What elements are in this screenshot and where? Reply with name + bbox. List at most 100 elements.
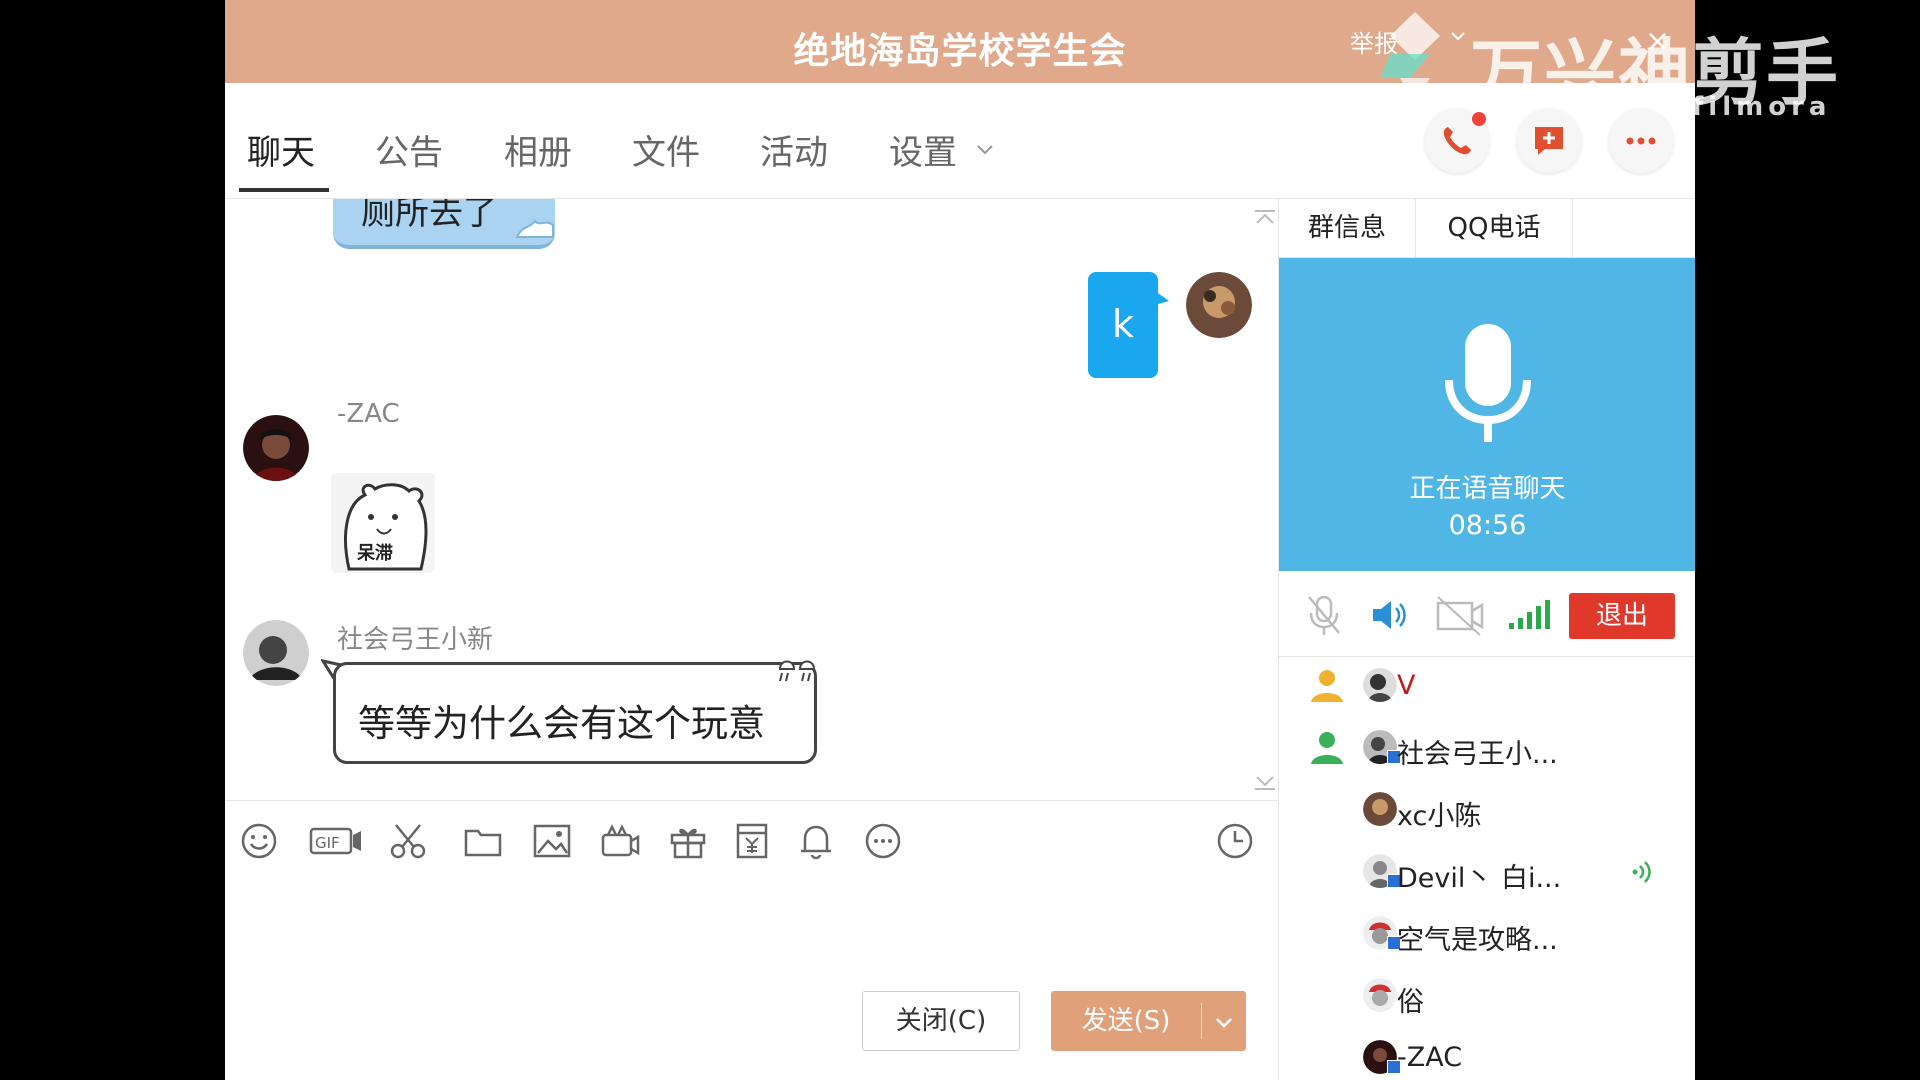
member-item[interactable]: V <box>1279 658 1695 718</box>
member-name: 空气是攻略... <box>1397 925 1558 956</box>
history-button[interactable] <box>1215 821 1255 861</box>
send-button-label: 发送(S) <box>1081 1006 1171 1036</box>
member-avatar <box>1363 792 1397 826</box>
member-item[interactable]: -ZAC <box>1279 1030 1695 1080</box>
right-panel-tabs: 群信息 QQ电话 <box>1279 199 1695 258</box>
my-message-bubble[interactable]: k <box>1088 272 1158 378</box>
bubble-tail <box>1155 291 1169 305</box>
message-text: 厕所去了 <box>361 199 497 233</box>
sender-avatar[interactable] <box>243 620 309 686</box>
window-title: 绝地海岛学校学生会 <box>793 31 1127 72</box>
folder-icon <box>464 829 502 857</box>
camera-icon[interactable] <box>1435 593 1485 637</box>
voice-timer: 08:56 <box>1448 510 1527 541</box>
send-image-button[interactable] <box>532 821 572 861</box>
member-name: -ZAC <box>1397 1042 1463 1073</box>
chevron-down-icon[interactable] <box>1213 1011 1235 1033</box>
tab-files[interactable]: 文件 <box>632 125 700 174</box>
member-avatar <box>1363 668 1397 702</box>
message-bubble[interactable]: 等等为什么会有这个玩意 <box>333 660 817 764</box>
message-text: 等等为什么会有这个玩意 <box>358 702 765 745</box>
call-controls: 退出 <box>1279 571 1695 657</box>
more-icon <box>1626 137 1656 145</box>
active-tab-indicator <box>239 188 329 192</box>
member-name: Devil丶 白i... <box>1397 863 1562 894</box>
svg-text:GIF: GIF <box>315 834 340 852</box>
chevron-down-icon[interactable] <box>975 139 995 159</box>
mute-mic-icon[interactable] <box>1305 593 1343 637</box>
tab-album[interactable]: 相册 <box>504 125 572 174</box>
voice-chat-panel: 正在语音聊天 08:56 <box>1279 258 1695 571</box>
gift-button[interactable] <box>668 821 708 861</box>
tab-divider <box>1572 199 1573 257</box>
video-call-icon <box>601 824 640 857</box>
bubble-decoration-icon <box>778 660 816 682</box>
scroll-up-icon[interactable] <box>1252 209 1278 229</box>
phone-icon <box>1443 127 1471 155</box>
emoji-icon <box>241 823 277 859</box>
gift-icon <box>670 828 706 859</box>
close-button[interactable]: 关闭(C) <box>862 991 1020 1051</box>
avatar-image <box>1186 272 1252 338</box>
video-button[interactable] <box>600 821 640 861</box>
notification-dot <box>1472 112 1486 126</box>
member-item[interactable]: 俗 <box>1279 968 1695 1028</box>
microphone-icon <box>1445 324 1531 442</box>
avatar-image <box>243 620 309 686</box>
message-input[interactable] <box>225 876 1278 986</box>
tab-chat[interactable]: 聊天 <box>247 125 315 174</box>
tab-announcement[interactable]: 公告 <box>375 125 443 174</box>
history-icon <box>1217 823 1253 859</box>
avatar-image <box>243 415 309 481</box>
tab-group-info[interactable]: 群信息 <box>1279 199 1415 257</box>
voice-status: 正在语音聊天 <box>1409 474 1566 504</box>
tab-settings[interactable]: 设置 <box>889 125 957 174</box>
gif-icon: GIF <box>309 827 361 855</box>
bubble-decoration-icon <box>515 219 554 238</box>
watermark-subtext: filmora <box>1692 92 1832 122</box>
add-chat-button[interactable] <box>1517 109 1581 173</box>
more-icon <box>865 823 901 859</box>
qq-group-chat-window: 绝地海岛学校学生会 举报 × 聊天 公告 相册 文件 活动 设置 厕所去了 k … <box>225 0 1695 1080</box>
send-button[interactable]: 发送(S) <box>1051 991 1246 1051</box>
screenshot-button[interactable] <box>388 821 428 861</box>
send-file-button[interactable] <box>463 821 503 861</box>
message-text: k <box>1111 302 1134 346</box>
member-item[interactable]: Devil丶 白i... <box>1279 844 1695 904</box>
scroll-down-icon[interactable] <box>1252 771 1278 791</box>
member-item[interactable]: 社会弓王小... <box>1279 720 1695 780</box>
more-tools-button[interactable] <box>863 821 903 861</box>
sticker-image[interactable]: 呆滞 <box>331 473 435 573</box>
chevron-down-icon[interactable] <box>1450 28 1466 44</box>
notify-button[interactable] <box>796 821 836 861</box>
tab-qq-call[interactable]: QQ电话 <box>1416 199 1572 257</box>
message-bubble[interactable]: 厕所去了 <box>333 199 555 249</box>
red-packet-button[interactable] <box>732 821 772 861</box>
exit-call-button[interactable]: 退出 <box>1569 593 1675 639</box>
emoji-button[interactable] <box>239 821 279 861</box>
sender-avatar[interactable] <box>243 415 309 481</box>
my-avatar[interactable] <box>1186 272 1252 338</box>
member-item[interactable]: 空气是攻略... <box>1279 906 1695 966</box>
sender-name: 社会弓王小新 <box>337 625 494 655</box>
speaker-icon[interactable] <box>1369 593 1409 637</box>
close-window-button[interactable]: × <box>1645 24 1670 59</box>
member-name: 俗 <box>1397 987 1424 1018</box>
more-button[interactable] <box>1609 109 1673 173</box>
chat-message-area[interactable]: 厕所去了 k -ZAC 呆滞 社会弓王小新 等等为什么会有这个玩意 <box>225 199 1278 800</box>
input-toolbar: GIF <box>225 800 1278 877</box>
scissors-icon <box>390 824 426 859</box>
member-avatar <box>1363 978 1397 1012</box>
tab-activity[interactable]: 活动 <box>760 125 828 174</box>
right-panel: 群信息 QQ电话 正在语音聊天 08:56 退出 V 社会弓王小... xc小陈… <box>1278 199 1695 1080</box>
red-packet-icon <box>736 823 768 859</box>
member-name: 社会弓王小... <box>1397 739 1558 770</box>
signal-strength-icon <box>1509 600 1550 629</box>
image-icon <box>533 824 571 858</box>
admin-user-icon <box>1311 732 1343 764</box>
report-link[interactable]: 举报 <box>1350 24 1398 59</box>
gif-button[interactable]: GIF <box>309 821 363 861</box>
admin-user-icon <box>1311 670 1343 702</box>
add-chat-icon <box>1535 127 1563 155</box>
member-item[interactable]: xc小陈 <box>1279 782 1695 842</box>
